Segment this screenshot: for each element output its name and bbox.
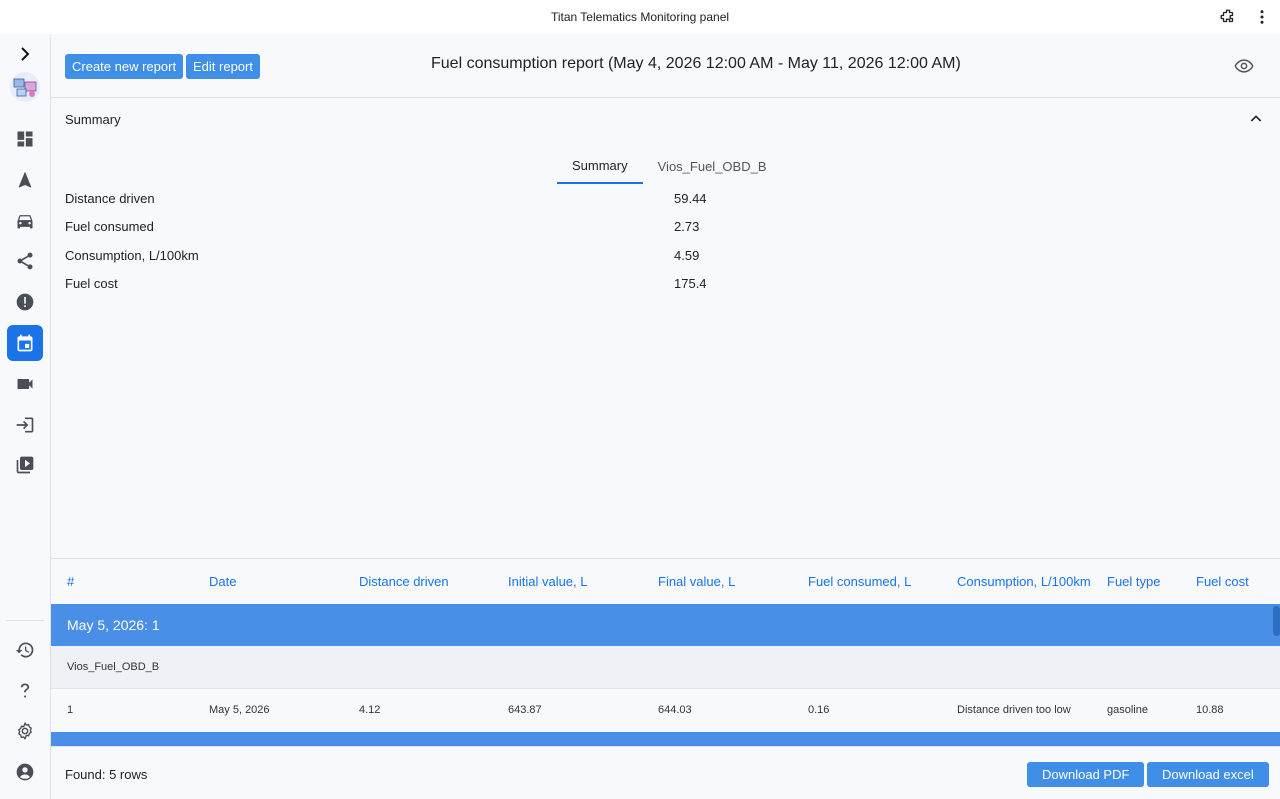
sidebar-item-reports[interactable] [7,325,43,361]
car-icon [17,215,33,229]
video-camera-icon [17,379,33,389]
dashboard-icon [17,131,33,147]
table-group-row[interactable] [51,732,1280,746]
download-excel-button[interactable]: Download excel [1147,762,1269,787]
app-title: Titan Telematics Monitoring panel [550,10,730,24]
share-icon [17,252,33,270]
sidebar-item-share[interactable] [7,243,43,279]
summary-row-fuel-cost: Fuel cost 175.4 [65,276,765,296]
sidebar-item-help[interactable] [7,673,43,709]
table-cell: 643.87 [508,704,542,716]
table-group-row[interactable]: May 5, 2026: 1 [51,604,1280,646]
main-content: Create new report Edit report Fuel consu… [51,34,1280,799]
sidebar-item-history[interactable] [7,632,43,668]
title-bar: Titan Telematics Monitoring panel [0,0,1280,34]
column-header-date[interactable]: Date [209,574,236,589]
row-count-label: Found: 5 rows [65,767,148,782]
summary-row-consumption: Consumption, L/100km 4.59 [65,248,765,268]
chevron-right-icon [21,47,30,61]
video-library-icon [16,456,34,474]
sidebar-item-navigation[interactable] [7,162,43,198]
summary-section-header[interactable]: Summary [51,98,1280,140]
settings-icon [18,722,32,740]
table-cell: 1 [67,704,74,716]
more-vert-icon[interactable] [1252,7,1272,27]
summary-section-label: Summary [65,112,121,127]
summary-row-value: 2.73 [674,219,700,234]
table-cell: gasoline [1107,704,1148,716]
sidebar-item-vehicles[interactable] [7,203,43,239]
report-title: Fuel consumption report (May 4, 2026 12:… [431,55,961,72]
tab-summary[interactable]: Summary [557,148,643,184]
download-pdf-button[interactable]: Download PDF [1027,762,1145,787]
table-cell: May 5, 2026 [209,704,270,716]
sidebar-item-account[interactable] [7,754,43,790]
table-cell: 0.16 [808,704,830,716]
report-toolbar: Create new report Edit report Fuel consu… [51,34,1280,98]
summary-row-value: 4.59 [674,248,700,263]
summary-row-label: Fuel cost [65,276,118,291]
sidebar-expand-button[interactable] [7,36,43,72]
navigation-icon [18,171,32,188]
column-header-distance[interactable]: Distance driven [359,574,449,589]
column-header-initial-value[interactable]: Initial value, L [508,574,588,589]
sidebar-item-settings[interactable] [7,713,43,749]
summary-row-distance: Distance driven 59.44 [65,191,765,211]
table-row[interactable]: 1 May 5, 2026 4.12 643.87 644.03 0.16 Di… [51,689,1280,732]
summary-tabs: Summary Vios_Fuel_OBD_B [557,148,782,184]
sidebar-item-video[interactable] [7,366,43,402]
summary-row-label: Consumption, L/100km [65,248,199,263]
column-header-fuel-type[interactable]: Fuel type [1107,574,1160,589]
summary-row-value: 175.4 [674,276,707,291]
table-subgroup-row[interactable]: Vios_Fuel_OBD_B [51,646,1280,689]
history-icon [15,642,34,658]
summary-row-value: 59.44 [674,191,707,206]
sidebar [0,34,51,799]
column-header-index[interactable]: # [67,574,74,589]
table-cell: 644.03 [658,704,692,716]
summary-row-fuel-consumed: Fuel consumed 2.73 [65,219,765,239]
table-scrollbar[interactable] [1273,606,1280,636]
logo-icon [7,70,43,104]
sidebar-item-alerts[interactable] [7,284,43,320]
sidebar-item-login[interactable] [7,407,43,443]
sidebar-item-dashboard[interactable] [7,121,43,157]
eye-icon[interactable] [1233,56,1255,76]
sidebar-divider [6,620,44,621]
extension-icon[interactable] [1218,7,1238,27]
table-cell: 4.12 [359,704,381,716]
login-icon [16,417,34,433]
subgroup-label: Vios_Fuel_OBD_B [67,661,160,673]
report-table: # Date Distance driven Initial value, L … [51,558,1280,746]
table-footer: Found: 5 rows Download PDF Download exce… [51,746,1280,799]
column-header-final-value[interactable]: Final value, L [658,574,735,589]
table-cell: 10.88 [1196,704,1224,716]
column-header-fuel-cost[interactable]: Fuel cost [1196,574,1249,589]
group-label: May 5, 2026: 1 [67,617,160,633]
edit-report-button[interactable]: Edit report [186,54,260,79]
table-cell: Distance driven too low [957,704,1071,716]
summary-row-label: Fuel consumed [65,219,154,234]
account-icon [16,763,34,781]
table-header: # Date Distance driven Initial value, L … [51,559,1280,603]
alert-icon [16,293,34,311]
create-report-button[interactable]: Create new report [65,54,184,79]
column-header-fuel-consumed[interactable]: Fuel consumed, L [808,574,911,589]
calendar-icon [17,334,33,352]
column-header-consumption[interactable]: Consumption, L/100km [957,574,1091,589]
sidebar-item-video-library[interactable] [7,447,43,483]
chevron-up-icon[interactable] [1248,111,1264,127]
summary-row-label: Distance driven [65,191,155,206]
help-icon [20,683,30,698]
tab-vios-fuel-obd-b[interactable]: Vios_Fuel_OBD_B [643,148,782,184]
